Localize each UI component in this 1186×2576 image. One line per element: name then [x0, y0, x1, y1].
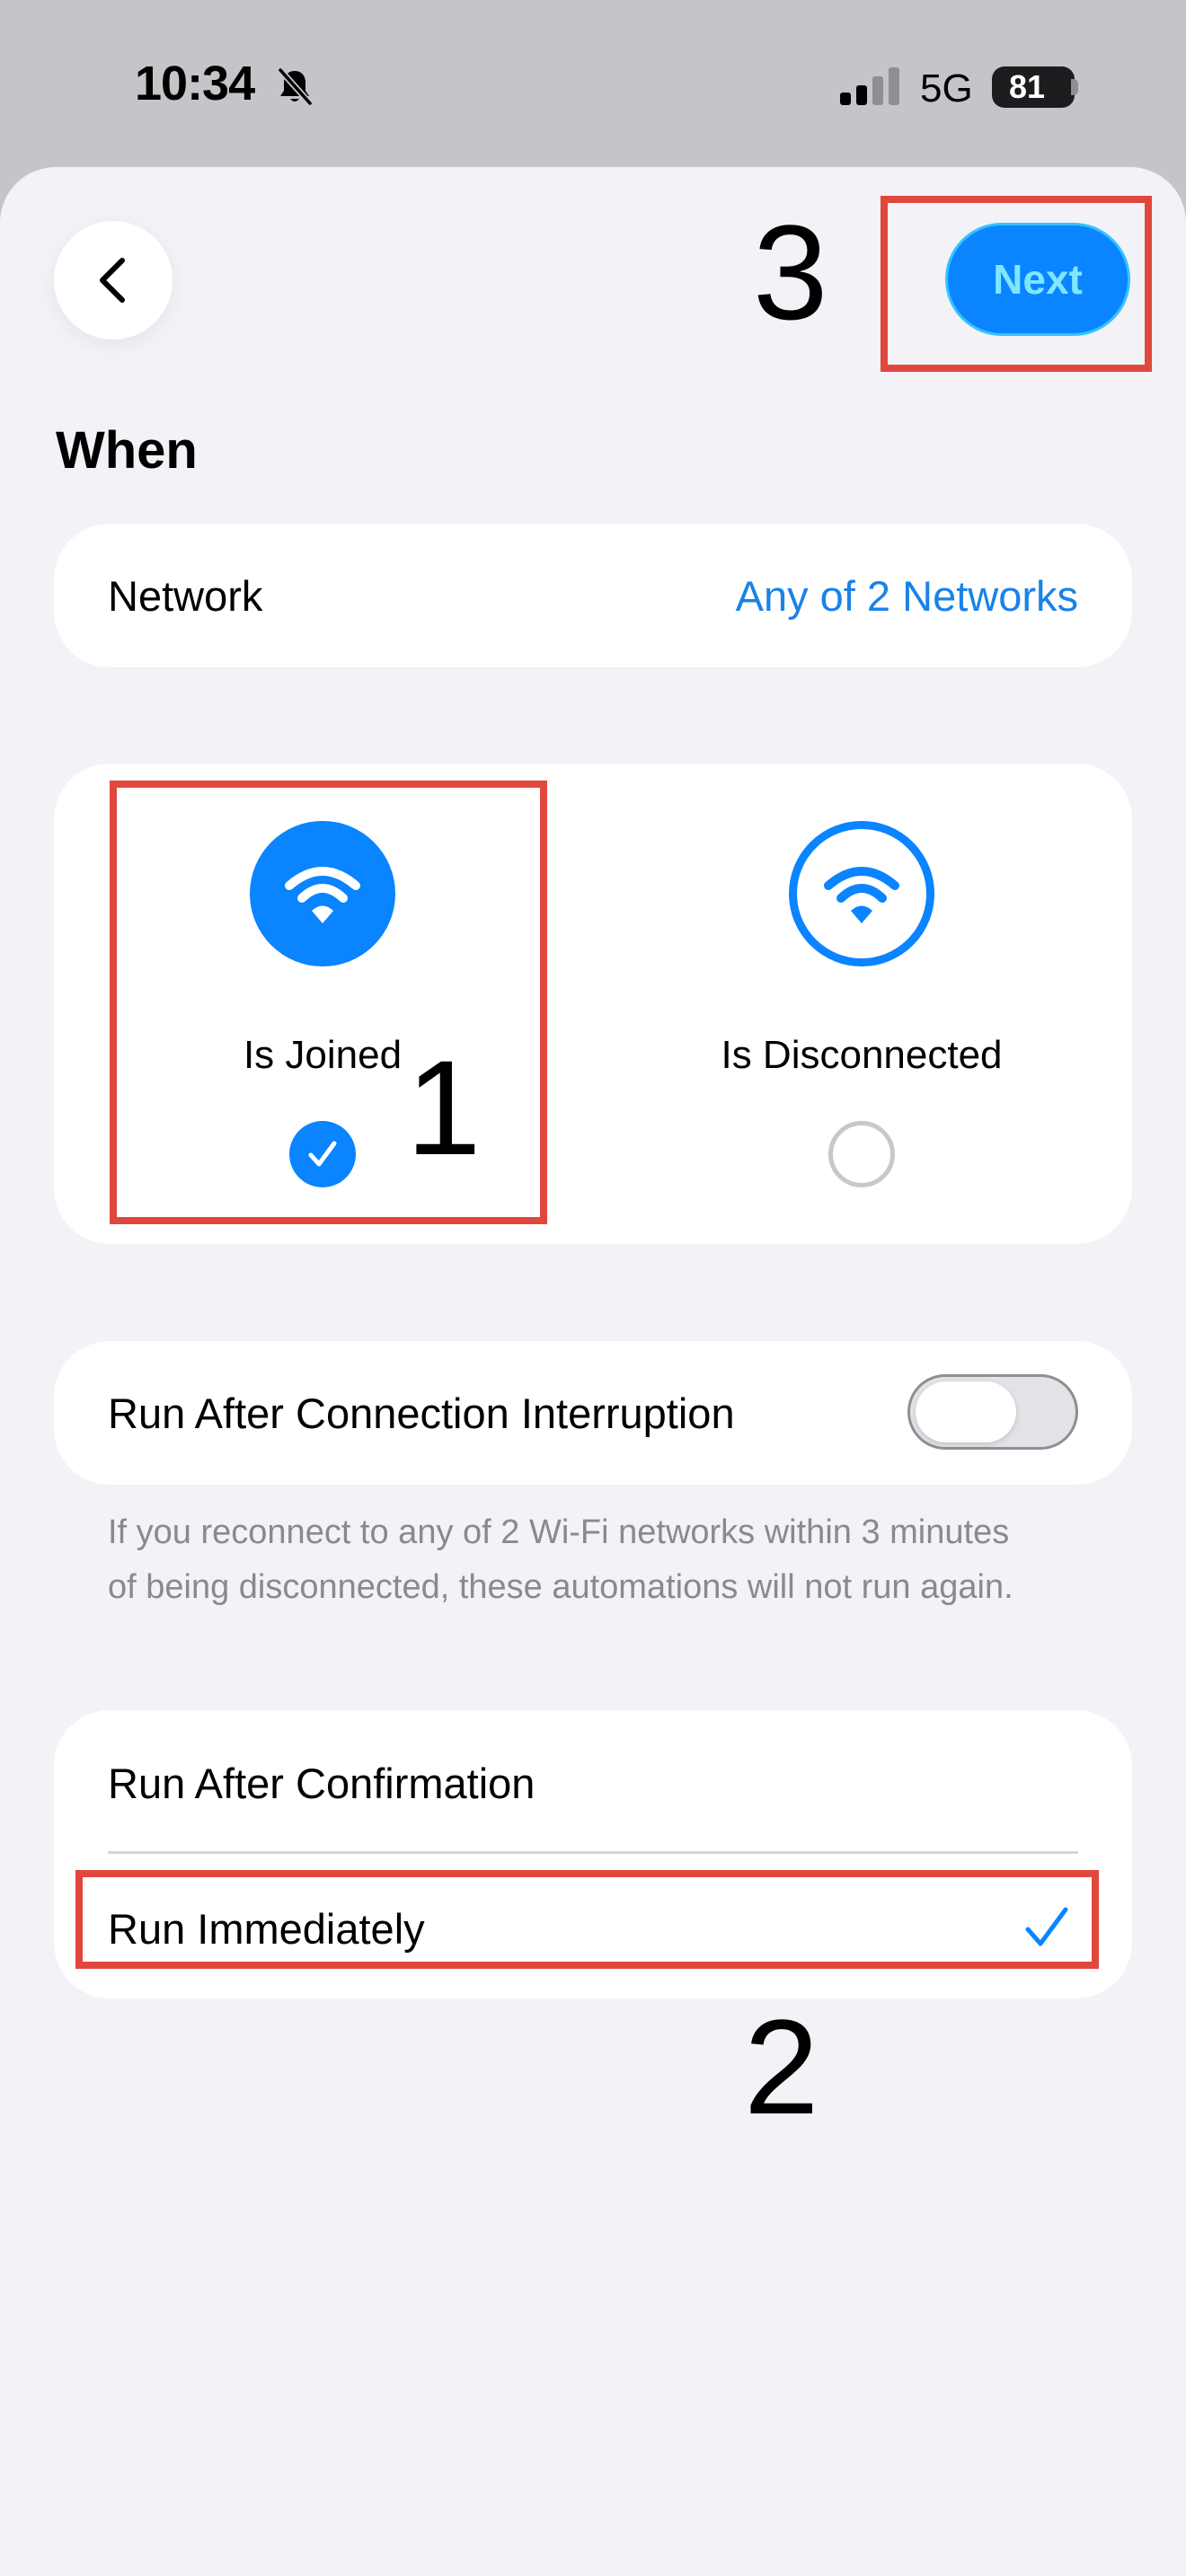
chevron-left-icon — [100, 258, 125, 303]
battery-cap — [1071, 79, 1078, 95]
annotation-step-1: 1 — [406, 1032, 482, 1183]
annotation-box-is-joined — [110, 781, 547, 1224]
annotation-box-run-immediately — [75, 1870, 1099, 1969]
annotation-step-2: 2 — [744, 1991, 819, 2142]
bell-slash-icon — [278, 67, 313, 106]
toggle-knob — [916, 1381, 1016, 1442]
wifi-icon — [824, 867, 899, 923]
network-type: 5G — [920, 66, 973, 110]
status-bar: 10:34 5G 81 — [0, 0, 1186, 162]
network-value[interactable]: Any of 2 Networks — [736, 571, 1078, 621]
cellular-signal-icon — [840, 67, 899, 105]
annotation-box-next — [881, 196, 1152, 372]
run-after-confirmation-option[interactable]: Run After Confirmation — [108, 1759, 535, 1808]
interruption-footnote: If you reconnect to any of 2 Wi-Fi netwo… — [108, 1513, 1013, 1606]
interruption-label: Run After Connection Interruption — [108, 1389, 735, 1437]
run-mode-divider — [108, 1851, 1078, 1854]
section-title-when: When — [56, 421, 198, 480]
is-disconnected-radio[interactable] — [828, 1121, 895, 1187]
back-button[interactable] — [54, 221, 173, 340]
interruption-toggle[interactable] — [907, 1374, 1078, 1450]
is-disconnected-option-icon[interactable] — [789, 821, 934, 966]
is-disconnected-label: Is Disconnected — [721, 1033, 1003, 1077]
battery-icon: 81 — [992, 66, 1075, 108]
battery-level: 81 — [1008, 68, 1046, 105]
network-label: Network — [108, 572, 263, 620]
annotation-step-3: 3 — [753, 197, 828, 348]
status-time: 10:34 — [135, 57, 255, 110]
